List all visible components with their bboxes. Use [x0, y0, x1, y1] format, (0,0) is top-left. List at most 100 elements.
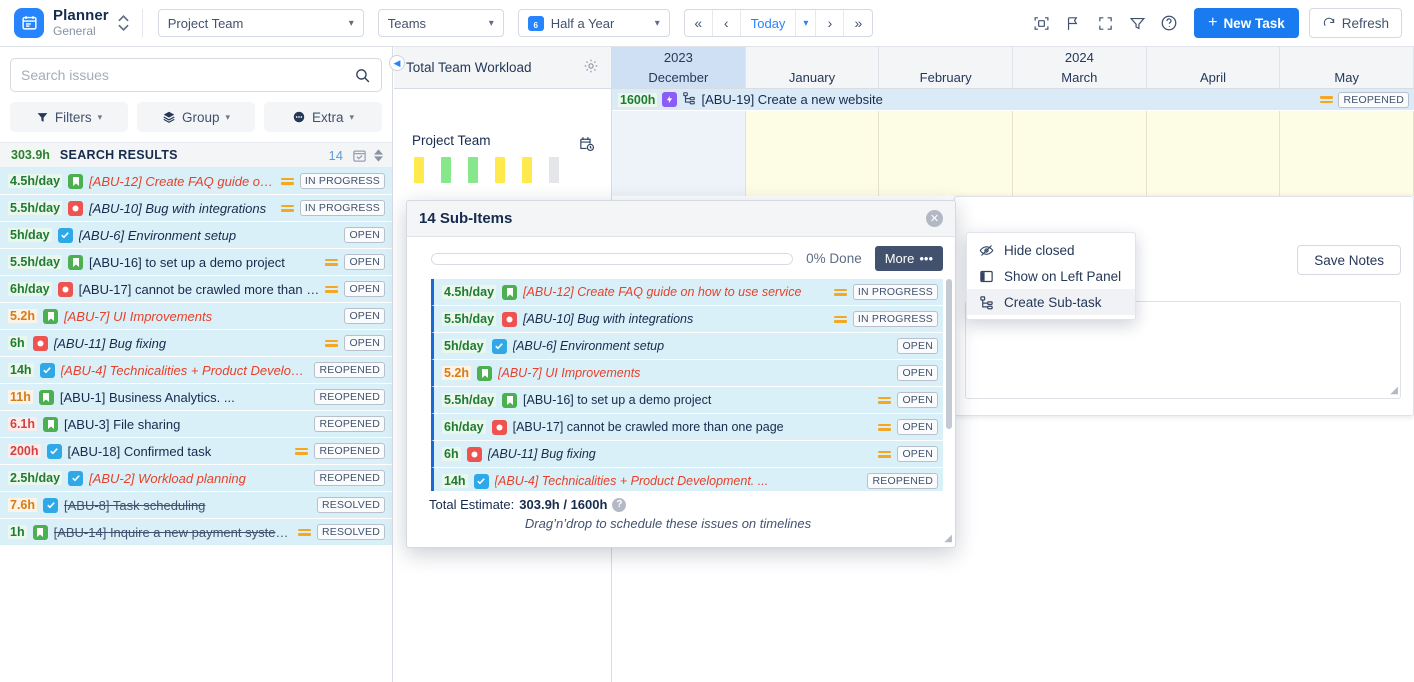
- more-button[interactable]: More •••: [874, 246, 943, 271]
- modal-resize-handle[interactable]: ◢: [944, 533, 952, 544]
- scan-icon[interactable]: [1026, 8, 1056, 38]
- filter-icon[interactable]: [1122, 8, 1152, 38]
- timeline-year-label: 2023: [663, 50, 693, 65]
- filters-button[interactable]: Filters ▾: [10, 102, 128, 132]
- modal-subitem-row[interactable]: 4.5h/day [ABU-12] Create FAQ guide on how…: [431, 279, 943, 306]
- timeline-month-february[interactable]: February: [879, 47, 1014, 88]
- timeline-year-label: 2024: [1064, 50, 1094, 65]
- estimate-badge: 5h/day: [8, 228, 52, 242]
- estimate-badge: 5.2h: [8, 309, 38, 323]
- flag-icon[interactable]: [1058, 8, 1088, 38]
- nav-next-button[interactable]: ›: [816, 10, 845, 36]
- group-button[interactable]: Group ▾: [137, 102, 255, 132]
- timeline-grid-column[interactable]: [612, 111, 746, 196]
- menu-item-create-sub-task[interactable]: Create Sub-task: [967, 289, 1135, 315]
- issue-list-item[interactable]: 200h [ABU-18] Confirmed task REOPENED: [0, 438, 392, 465]
- menu-item-hide-closed[interactable]: Hide closed: [967, 237, 1135, 263]
- resize-handle-icon[interactable]: ◢: [1390, 386, 1398, 396]
- nav-today-button[interactable]: Today: [741, 10, 797, 36]
- modal-subitem-row[interactable]: 5.5h/day [ABU-16] to set up a demo projec…: [431, 387, 943, 414]
- timeline-month-april[interactable]: April: [1147, 47, 1281, 88]
- search-icon[interactable]: [354, 67, 371, 84]
- sort-toggle-icon[interactable]: [374, 148, 383, 162]
- timeline-month-december[interactable]: 2023 December: [612, 47, 746, 88]
- issue-list-item[interactable]: 2.5h/day [ABU-2] Workload planning REOPENE…: [0, 465, 392, 492]
- gear-icon[interactable]: [583, 58, 599, 77]
- collapse-left-panel-button[interactable]: ◀: [389, 55, 405, 71]
- workload-bar[interactable]: [468, 157, 478, 183]
- search-box[interactable]: [10, 58, 382, 92]
- workload-bar[interactable]: [522, 157, 532, 183]
- workload-bar[interactable]: [549, 157, 559, 183]
- save-notes-button[interactable]: Save Notes: [1297, 245, 1401, 275]
- app-branding[interactable]: Planner General: [0, 7, 129, 38]
- issue-list-item[interactable]: 5.5h/day [ABU-10] Bug with integrations IN…: [0, 195, 392, 222]
- help-icon[interactable]: [1154, 8, 1184, 38]
- timerange-select[interactable]: 6 Half a Year ▾: [517, 9, 670, 37]
- close-icon[interactable]: ✕: [926, 210, 943, 227]
- issue-list-item[interactable]: 1h [ABU-14] Inquire a new payment system …: [0, 519, 392, 546]
- issue-list-item[interactable]: 14h [ABU-4] Technicalities + Product Deve…: [0, 357, 392, 384]
- workload-panel-title: Total Team Workload: [406, 60, 532, 75]
- issue-list-item[interactable]: 5h/day [ABU-6] Environment setup OPEN: [0, 222, 392, 249]
- modal-subitem-row[interactable]: 6h [ABU-11] Bug fixing OPEN: [431, 441, 943, 468]
- workload-bar[interactable]: [414, 157, 424, 183]
- extra-button[interactable]: Extra ▾: [264, 102, 382, 132]
- timeline-epic-row[interactable]: 1600h [ABU-19] Create a new website REOP…: [612, 89, 1414, 111]
- modal-scrollbar[interactable]: [946, 279, 952, 429]
- timeline-month-label: May: [1334, 70, 1359, 85]
- timeline-month-may[interactable]: May: [1280, 47, 1414, 88]
- new-task-button[interactable]: + New Task: [1194, 8, 1299, 38]
- issue-title: [ABU-7] UI Improvements: [498, 366, 641, 380]
- timeline-month-march[interactable]: 2024 March: [1013, 47, 1147, 88]
- timeline-grid-column[interactable]: [1146, 111, 1281, 196]
- issue-title: [ABU-1] Business Analytics. ...: [59, 389, 235, 405]
- select-all-checkbox-icon[interactable]: [352, 148, 367, 163]
- issue-list-item[interactable]: 5.2h [ABU-7] UI Improvements OPEN: [0, 303, 392, 330]
- nav-today-dropdown-icon[interactable]: ▾: [796, 10, 817, 36]
- nav-prev-button[interactable]: ‹: [713, 10, 741, 36]
- search-input[interactable]: [21, 67, 341, 83]
- menu-item-show-on-left-panel[interactable]: Show on Left Panel: [967, 263, 1135, 289]
- project-select[interactable]: Project Team ▾: [157, 9, 364, 37]
- timeline-month-label: February: [919, 70, 972, 85]
- modal-subitem-row[interactable]: 5.2h [ABU-7] UI Improvements OPEN: [431, 360, 943, 387]
- timeline-grid-column[interactable]: [1013, 111, 1147, 196]
- timeline-grid-column[interactable]: [1280, 111, 1414, 196]
- estimate-badge: 14h: [442, 474, 468, 488]
- teams-select[interactable]: Teams ▾: [377, 9, 504, 37]
- workload-bar[interactable]: [441, 157, 451, 183]
- modal-subitem-row[interactable]: 5.5h/day [ABU-10] Bug with integrations IN…: [431, 306, 943, 333]
- issue-list-item[interactable]: 4.5h/day [ABU-12] Create FAQ guide on ho.…: [0, 168, 392, 195]
- more-context-menu: Hide closed Show on Left Panel Create Sub-…: [966, 232, 1136, 320]
- search-results-hours: 303.9h: [9, 148, 52, 162]
- workload-bar[interactable]: [495, 157, 505, 183]
- timeline-month-january[interactable]: January: [746, 47, 880, 88]
- status-badge: IN PROGRESS: [299, 200, 385, 216]
- task-type-icon: [43, 497, 59, 513]
- estimate-badge: 5.5h/day: [442, 312, 497, 326]
- issue-list-item[interactable]: 5.5h/day [ABU-16] to set up a demo projec…: [0, 249, 392, 276]
- issue-list-item[interactable]: 6h [ABU-11] Bug fixing OPEN: [0, 330, 392, 357]
- estimate-badge: 200h: [8, 444, 41, 458]
- timeline-grid-column[interactable]: [745, 111, 880, 196]
- estimate-badge: 6h/day: [8, 282, 52, 296]
- timeline-grid-column[interactable]: [879, 111, 1014, 196]
- issue-list-item[interactable]: 6h/day [ABU-17] cannot be crawled more th…: [0, 276, 392, 303]
- issue-list-item[interactable]: 7.6h [ABU-8] Task scheduling RESOLVED: [0, 492, 392, 519]
- refresh-button[interactable]: Refresh: [1308, 8, 1402, 38]
- modal-subitem-row[interactable]: 14h [ABU-4] Technicalities + Product Deve…: [431, 468, 943, 491]
- modal-subitem-row[interactable]: 6h/day [ABU-17] cannot be crawled more th…: [431, 414, 943, 441]
- nav-last-button[interactable]: »: [844, 10, 872, 36]
- issue-list-item[interactable]: 6.1h [ABU-3] File sharing REOPENED: [0, 411, 392, 438]
- fullscreen-icon[interactable]: [1090, 8, 1120, 38]
- issue-title: [ABU-4] Technicalities + Product Develop…: [60, 362, 309, 378]
- calendar-clock-icon[interactable]: [578, 135, 595, 155]
- project-switch-icon[interactable]: [118, 15, 129, 31]
- issue-list-item[interactable]: 11h [ABU-1] Business Analytics. ... REOPEN…: [0, 384, 392, 411]
- modal-subitem-row[interactable]: 5h/day [ABU-6] Environment setup OPEN: [431, 333, 943, 360]
- nav-first-button[interactable]: «: [685, 10, 713, 36]
- subtask-tree-icon: [978, 295, 994, 310]
- help-icon[interactable]: ?: [612, 497, 627, 512]
- estimate-badge: 6h/day: [442, 420, 486, 434]
